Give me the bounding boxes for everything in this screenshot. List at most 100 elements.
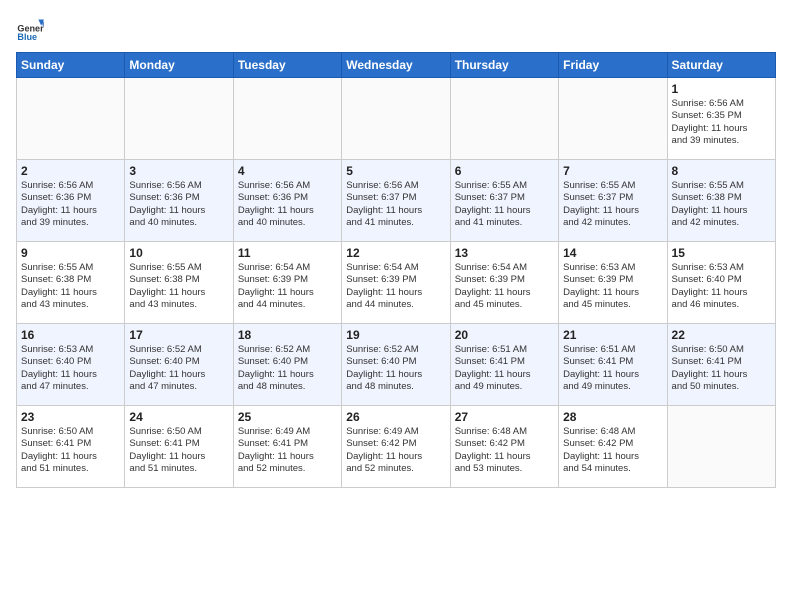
day-number: 4 [238, 164, 337, 178]
calendar-cell: 11Sunrise: 6:54 AM Sunset: 6:39 PM Dayli… [233, 242, 341, 324]
calendar-cell: 13 Sunrise: 6:54 AM Sunset: 6:39 PM Dayli… [450, 242, 558, 324]
svg-text:Blue: Blue [17, 32, 37, 42]
calendar-cell: 21 Sunrise: 6:51 AM Sunset: 6:41 PM Dayli… [559, 324, 667, 406]
day-number: 14 [563, 246, 662, 260]
calendar-cell: 19 Sunrise: 6:52 AM Sunset: 6:40 PM Dayli… [342, 324, 450, 406]
calendar-cell: 24 Sunrise: 6:50 AM Sunset: 6:41 PM Dayli… [125, 406, 233, 488]
logo-icon: General Blue [16, 16, 44, 44]
calendar-header-friday: Friday [559, 53, 667, 78]
day-number: 3 [129, 164, 228, 178]
day-number: 2 [21, 164, 120, 178]
calendar-week-4: 16 Sunrise: 6:53 AM Sunset: 6:40 PM Dayli… [17, 324, 776, 406]
day-number: 19 [346, 328, 445, 342]
day-info: Sunrise: 6:56 AM Sunset: 6:36 PM Dayligh… [238, 180, 337, 229]
calendar-cell: 15Sunrise: 6:53 AM Sunset: 6:40 PM Dayli… [667, 242, 775, 324]
calendar-week-3: 9 Sunrise: 6:55 AM Sunset: 6:38 PM Daylig… [17, 242, 776, 324]
day-number: 5 [346, 164, 445, 178]
day-number: 17 [129, 328, 228, 342]
calendar-cell: 3Sunrise: 6:56 AM Sunset: 6:36 PM Daylig… [125, 160, 233, 242]
calendar-cell: 28 Sunrise: 6:48 AM Sunset: 6:42 PM Dayli… [559, 406, 667, 488]
day-number: 28 [563, 410, 662, 424]
calendar-table: SundayMondayTuesdayWednesdayThursdayFrid… [16, 52, 776, 488]
calendar-cell: 25 Sunrise: 6:49 AM Sunset: 6:41 PM Dayli… [233, 406, 341, 488]
calendar-cell [667, 406, 775, 488]
day-info: Sunrise: 6:56 AM Sunset: 6:37 PM Dayligh… [346, 180, 445, 229]
calendar-cell: 7 Sunrise: 6:55 AM Sunset: 6:37 PM Daylig… [559, 160, 667, 242]
day-number: 25 [238, 410, 337, 424]
day-number: 20 [455, 328, 554, 342]
calendar-cell [125, 78, 233, 160]
calendar-cell [559, 78, 667, 160]
day-info: Sunrise: 6:51 AM Sunset: 6:41 PM Dayligh… [455, 344, 554, 393]
calendar-cell: 22 Sunrise: 6:50 AM Sunset: 6:41 PM Dayli… [667, 324, 775, 406]
calendar-cell: 16 Sunrise: 6:53 AM Sunset: 6:40 PM Dayli… [17, 324, 125, 406]
header: General Blue [16, 16, 776, 44]
day-info: Sunrise: 6:54 AM Sunset: 6:39 PM Dayligh… [346, 262, 445, 311]
page-container: General Blue SundayMondayTuesdayWednesda… [0, 0, 792, 496]
calendar-cell: 12 Sunrise: 6:54 AM Sunset: 6:39 PM Dayli… [342, 242, 450, 324]
day-number: 23 [21, 410, 120, 424]
day-number: 13 [455, 246, 554, 260]
calendar-week-2: 2 Sunrise: 6:56 AM Sunset: 6:36 PM Daylig… [17, 160, 776, 242]
day-info: Sunrise: 6:55 AM Sunset: 6:38 PM Dayligh… [672, 180, 771, 229]
day-info: Sunrise: 6:49 AM Sunset: 6:41 PM Dayligh… [238, 426, 337, 475]
calendar-cell: 20 Sunrise: 6:51 AM Sunset: 6:41 PM Dayli… [450, 324, 558, 406]
day-info: Sunrise: 6:55 AM Sunset: 6:38 PM Dayligh… [21, 262, 120, 311]
day-info: Sunrise: 6:50 AM Sunset: 6:41 PM Dayligh… [672, 344, 771, 393]
calendar-cell: 27 Sunrise: 6:48 AM Sunset: 6:42 PM Dayli… [450, 406, 558, 488]
calendar-cell: 2 Sunrise: 6:56 AM Sunset: 6:36 PM Daylig… [17, 160, 125, 242]
day-info: Sunrise: 6:53 AM Sunset: 6:39 PM Dayligh… [563, 262, 662, 311]
calendar-cell [233, 78, 341, 160]
day-number: 27 [455, 410, 554, 424]
day-info: Sunrise: 6:56 AM Sunset: 6:35 PM Dayligh… [672, 98, 771, 147]
day-info: Sunrise: 6:50 AM Sunset: 6:41 PM Dayligh… [129, 426, 228, 475]
calendar-cell: 4 Sunrise: 6:56 AM Sunset: 6:36 PM Daylig… [233, 160, 341, 242]
day-number: 22 [672, 328, 771, 342]
day-info: Sunrise: 6:56 AM Sunset: 6:36 PM Dayligh… [21, 180, 120, 229]
calendar-header-saturday: Saturday [667, 53, 775, 78]
day-number: 10 [129, 246, 228, 260]
day-number: 18 [238, 328, 337, 342]
calendar-week-1: 1 Sunrise: 6:56 AM Sunset: 6:35 PM Daylig… [17, 78, 776, 160]
day-info: Sunrise: 6:48 AM Sunset: 6:42 PM Dayligh… [563, 426, 662, 475]
day-info: Sunrise: 6:55 AM Sunset: 6:37 PM Dayligh… [563, 180, 662, 229]
calendar-cell: 10 Sunrise: 6:55 AM Sunset: 6:38 PM Dayli… [125, 242, 233, 324]
calendar-header-thursday: Thursday [450, 53, 558, 78]
day-number: 26 [346, 410, 445, 424]
day-number: 1 [672, 82, 771, 96]
day-info: Sunrise: 6:49 AM Sunset: 6:42 PM Dayligh… [346, 426, 445, 475]
day-number: 7 [563, 164, 662, 178]
calendar-cell: 17 Sunrise: 6:52 AM Sunset: 6:40 PM Dayli… [125, 324, 233, 406]
day-number: 8 [672, 164, 771, 178]
day-number: 6 [455, 164, 554, 178]
day-info: Sunrise: 6:54 AM Sunset: 6:39 PM Dayligh… [455, 262, 554, 311]
calendar-cell: 23 Sunrise: 6:50 AM Sunset: 6:41 PM Dayli… [17, 406, 125, 488]
day-number: 11 [238, 246, 337, 260]
day-info: Sunrise: 6:53 AM Sunset: 6:40 PM Dayligh… [21, 344, 120, 393]
calendar-cell [342, 78, 450, 160]
day-number: 24 [129, 410, 228, 424]
day-info: Sunrise: 6:52 AM Sunset: 6:40 PM Dayligh… [129, 344, 228, 393]
day-number: 12 [346, 246, 445, 260]
calendar-header-row: SundayMondayTuesdayWednesdayThursdayFrid… [17, 53, 776, 78]
logo: General Blue [16, 16, 48, 44]
day-number: 21 [563, 328, 662, 342]
day-number: 9 [21, 246, 120, 260]
day-info: Sunrise: 6:55 AM Sunset: 6:38 PM Dayligh… [129, 262, 228, 311]
calendar-cell: 14 Sunrise: 6:53 AM Sunset: 6:39 PM Dayli… [559, 242, 667, 324]
calendar-header-monday: Monday [125, 53, 233, 78]
calendar-cell: 1 Sunrise: 6:56 AM Sunset: 6:35 PM Daylig… [667, 78, 775, 160]
calendar-cell: 18 Sunrise: 6:52 AM Sunset: 6:40 PM Dayli… [233, 324, 341, 406]
day-info: Sunrise: 6:52 AM Sunset: 6:40 PM Dayligh… [346, 344, 445, 393]
day-info: Sunrise: 6:51 AM Sunset: 6:41 PM Dayligh… [563, 344, 662, 393]
day-info: Sunrise: 6:55 AM Sunset: 6:37 PM Dayligh… [455, 180, 554, 229]
day-info: Sunrise: 6:48 AM Sunset: 6:42 PM Dayligh… [455, 426, 554, 475]
calendar-cell: 26 Sunrise: 6:49 AM Sunset: 6:42 PM Dayli… [342, 406, 450, 488]
calendar-cell [17, 78, 125, 160]
day-info: Sunrise: 6:52 AM Sunset: 6:40 PM Dayligh… [238, 344, 337, 393]
calendar-header-tuesday: Tuesday [233, 53, 341, 78]
day-number: 16 [21, 328, 120, 342]
calendar-cell [450, 78, 558, 160]
day-info: Sunrise: 6:50 AM Sunset: 6:41 PM Dayligh… [21, 426, 120, 475]
calendar-header-sunday: Sunday [17, 53, 125, 78]
